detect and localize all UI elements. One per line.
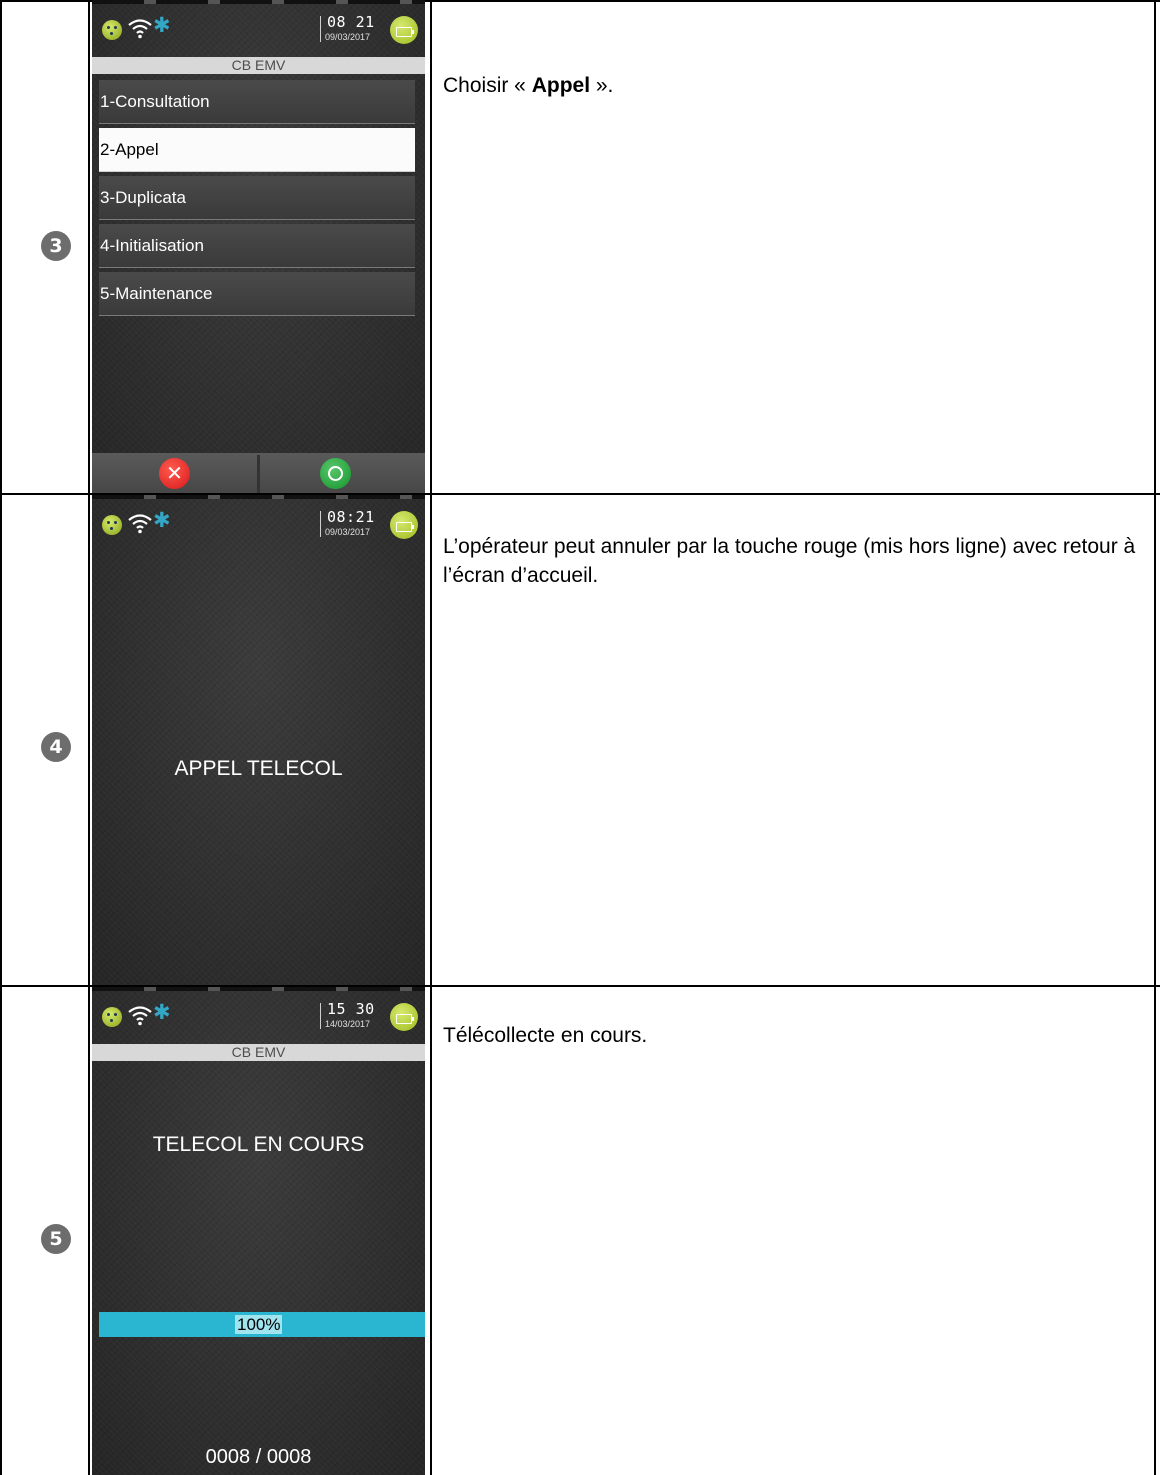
step-description: Choisir « Appel ». bbox=[443, 74, 614, 97]
status-separator bbox=[320, 16, 321, 42]
clock-date: 09/03/2017 bbox=[325, 527, 371, 537]
step-description: Télécollecte en cours. bbox=[443, 1024, 648, 1047]
app-subheader: CB EMV bbox=[92, 1044, 425, 1061]
cancel-x-icon[interactable]: ✕ bbox=[159, 458, 190, 489]
clock-time: 08 21 bbox=[327, 13, 375, 31]
status-bar: ✱ 15 30 14/03/2017 bbox=[92, 991, 425, 1044]
wifi-icon bbox=[128, 1006, 152, 1026]
bluetooth-icon: ✱ bbox=[153, 508, 171, 532]
wifi-icon bbox=[128, 514, 152, 534]
wifi-icon bbox=[128, 19, 152, 39]
bluetooth-icon: ✱ bbox=[153, 1000, 171, 1024]
status-separator bbox=[320, 1003, 321, 1029]
status-bar: ✱ 08:21 09/03/2017 bbox=[92, 499, 425, 552]
clock-time: 15 30 bbox=[327, 1000, 375, 1018]
menu-item-appel[interactable]: 2-Appel bbox=[99, 128, 415, 172]
bottom-action-bar: ✕ bbox=[92, 453, 425, 493]
step-number: 5 bbox=[41, 1224, 71, 1254]
battery-icon bbox=[390, 16, 418, 44]
menu-item-initialisation[interactable]: 4-Initialisation bbox=[99, 224, 415, 268]
progress-label: 100% bbox=[235, 1315, 283, 1334]
step-description: L’opérateur peut annuler par la touche r… bbox=[443, 535, 1136, 587]
menu-item-duplicata[interactable]: 3-Duplicata bbox=[99, 176, 415, 220]
transaction-counter: 0008 / 0008 bbox=[205, 1446, 312, 1468]
clock-date: 14/03/2017 bbox=[325, 1019, 371, 1029]
smiley-status-icon bbox=[102, 1007, 122, 1027]
action-divider bbox=[257, 455, 260, 493]
clock-date: 09/03/2017 bbox=[325, 32, 371, 42]
menu-item-consultation[interactable]: 1-Consultation bbox=[99, 80, 415, 124]
column-divider bbox=[88, 0, 90, 1475]
terminal-screen: ✱ 15 30 14/03/2017 CB EMV TELECOL EN COU… bbox=[92, 987, 425, 1475]
smiley-status-icon bbox=[102, 515, 122, 535]
bluetooth-icon: ✱ bbox=[153, 13, 171, 37]
status-separator bbox=[320, 511, 321, 537]
progress-bar: 100% bbox=[99, 1312, 425, 1337]
column-divider bbox=[430, 0, 432, 1475]
app-subheader: CB EMV bbox=[92, 57, 425, 74]
status-message: TELECOL EN COURS bbox=[152, 1133, 365, 1156]
battery-icon bbox=[390, 1003, 418, 1031]
clock-time: 08:21 bbox=[327, 508, 375, 526]
status-bar: ✱ 08 21 09/03/2017 bbox=[92, 4, 425, 57]
step-number: 4 bbox=[41, 732, 71, 762]
status-message: APPEL TELECOL bbox=[174, 757, 343, 780]
terminal-screen: ✱ 08 21 09/03/2017 CB EMV 1-Consultation… bbox=[92, 0, 425, 493]
terminal-screen: ✱ 08:21 09/03/2017 APPEL TELECOL bbox=[92, 495, 425, 985]
battery-icon bbox=[390, 511, 418, 539]
smiley-status-icon bbox=[102, 20, 122, 40]
menu-item-maintenance[interactable]: 5-Maintenance bbox=[99, 272, 415, 316]
table-border-right bbox=[1154, 0, 1156, 1475]
table-border-left bbox=[0, 0, 2, 1475]
ok-circle-icon[interactable] bbox=[320, 458, 351, 489]
step-number: 3 bbox=[41, 231, 71, 261]
